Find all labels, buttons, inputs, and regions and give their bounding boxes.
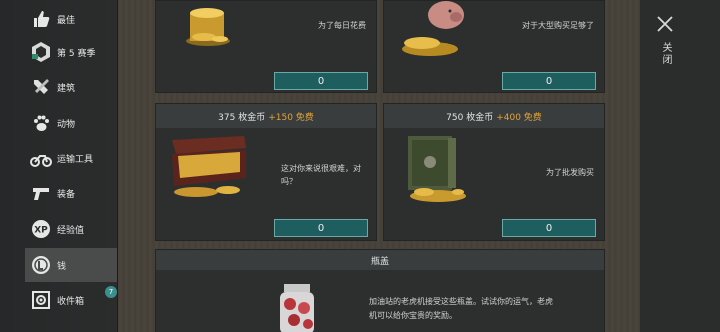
offer-title: 750 枚金币 +400 免费: [384, 104, 604, 128]
offer-card: 为了每日花费 0: [155, 0, 377, 93]
offer-bonus: +400 免费: [496, 112, 542, 123]
offer-coin-amount: 750 枚金币: [446, 112, 494, 123]
sidebar-item-transport[interactable]: 运输工具: [25, 141, 117, 175]
close-panel: [640, 0, 720, 332]
close-button-label[interactable]: 关闭: [658, 42, 673, 66]
sidebar-item-label: 运输工具: [57, 154, 94, 165]
sidebar-item-label: 收件箱: [57, 296, 85, 307]
sidebar-item-label: 最佳: [57, 15, 76, 26]
offer-card: 750 枚金币 +400 免费 为了批发购买 0: [383, 103, 605, 241]
bottle-cap-title: 瓶盖: [156, 250, 604, 270]
sidebar-item-label: 第 5 赛季: [57, 48, 96, 59]
offer-description: 为了每日花费: [318, 21, 366, 30]
offer-description: 这对你来说很艰难，对吗？: [281, 164, 361, 186]
close-icon[interactable]: [655, 14, 675, 34]
sidebar-item-label: 钱: [57, 261, 67, 272]
sidebar-item-best[interactable]: 最佳: [25, 2, 117, 36]
buy-button[interactable]: 0: [502, 72, 596, 90]
buy-button[interactable]: 0: [274, 72, 368, 90]
buy-button[interactable]: 0: [274, 219, 368, 237]
season-badge-icon: [29, 40, 53, 64]
coin-icon: [29, 253, 53, 277]
xp-icon: XP: [29, 217, 53, 241]
sidebar-item-build[interactable]: 建筑: [25, 70, 117, 104]
sidebar-item-inbox[interactable]: 收件箱: [25, 283, 117, 317]
offer-description: 对于大型购买足够了: [522, 21, 594, 30]
motorcycle-icon: [29, 146, 53, 170]
offer-coin-amount: 375 枚金币: [218, 112, 266, 123]
build-tools-icon: [29, 75, 53, 99]
inbox-icon: [29, 288, 53, 312]
sidebar-item-animals[interactable]: 动物: [25, 106, 117, 140]
sidebar-item-season[interactable]: 第 5 赛季: [25, 35, 117, 69]
offer-description: 为了批发购买: [546, 168, 594, 177]
sidebar-item-label: 装备: [57, 189, 76, 200]
sidebar: 最佳 第 5 赛季 建筑 动物 运输工具 装备 XP 经验值 钱 收件箱 7: [0, 0, 118, 332]
bottle-cap-description: 加油站的老虎机接受这些瓶盖。试试你的运气，老虎机可以给你宝贵的奖励。: [369, 297, 553, 320]
vault-safe-icon: [408, 136, 466, 202]
inbox-count-badge: 7: [105, 286, 117, 298]
sidebar-item-xp[interactable]: XP 经验值: [25, 212, 117, 246]
offer-card: 对于大型购买足够了 0: [383, 0, 605, 93]
offer-card: 375 枚金币 +150 免费 这对你来说很艰难，对吗？ 0: [155, 103, 377, 241]
sidebar-item-label: 建筑: [57, 83, 76, 94]
offer-title: 375 枚金币 +150 免费: [156, 104, 376, 128]
gun-icon: [29, 181, 53, 205]
sidebar-item-label: 经验值: [57, 225, 85, 236]
thumbs-up-icon: [29, 7, 53, 31]
sidebar-item-label: 动物: [57, 119, 76, 130]
offer-bonus: +150 免费: [268, 112, 314, 123]
sidebar-item-money[interactable]: 钱: [25, 248, 117, 282]
coin-stack-icon: [186, 8, 230, 46]
svg-text:XP: XP: [34, 226, 48, 236]
buy-button[interactable]: 0: [502, 219, 596, 237]
sidebar-item-equipment[interactable]: 装备: [25, 176, 117, 210]
piggy-bank-icon: [402, 1, 464, 56]
treasure-chest-icon: [172, 136, 246, 197]
paw-icon: [29, 111, 53, 135]
bottle-cap-jar-icon: [280, 284, 314, 332]
bottle-cap-card: 瓶盖 加油站的老虎机接受这些瓶盖。试试你的运气，老虎机可以给你宝贵的奖励。: [155, 249, 605, 332]
